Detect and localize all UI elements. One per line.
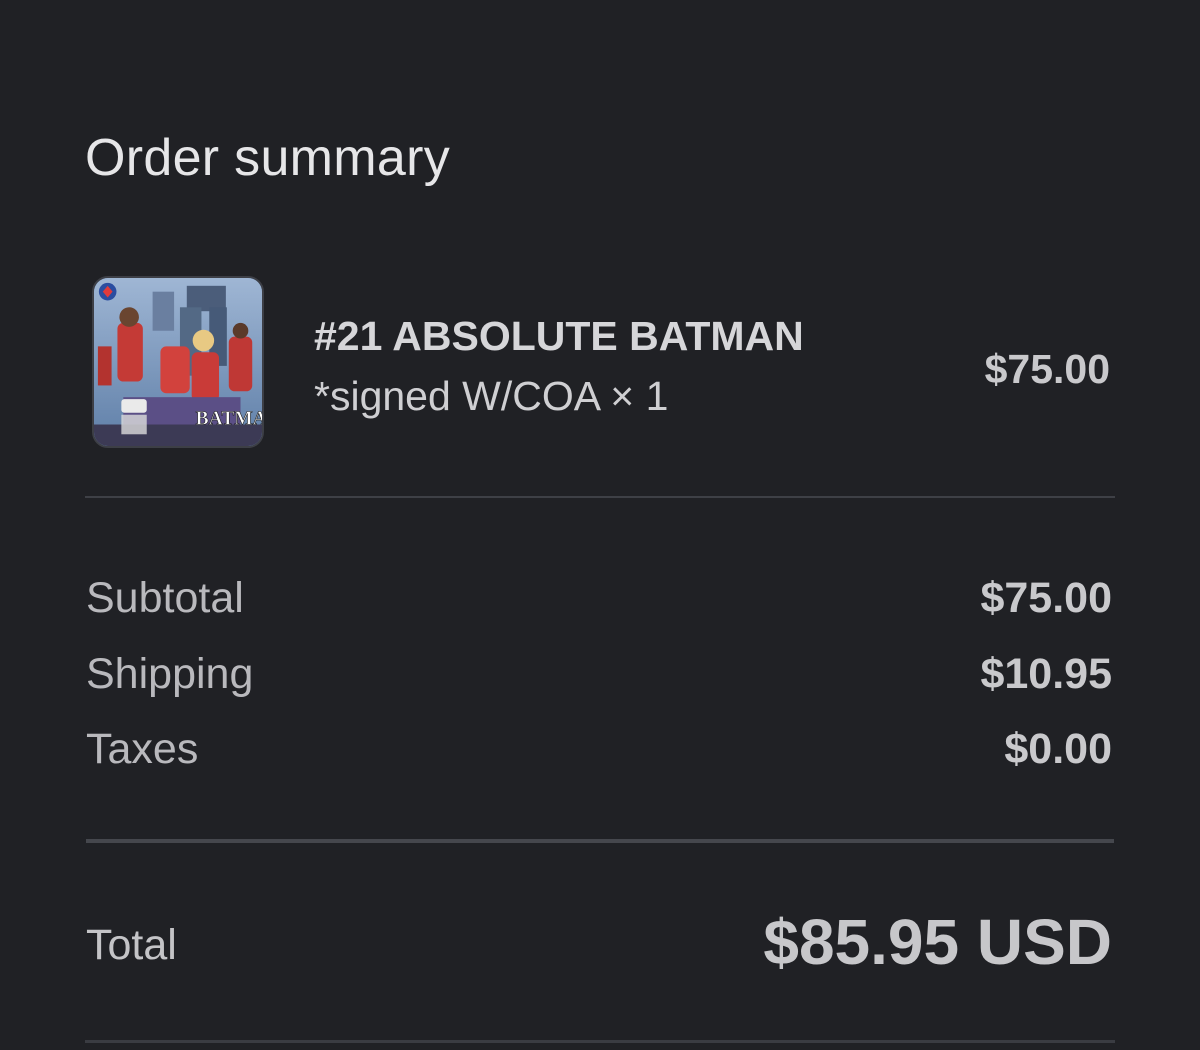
order-summary-title: Order summary: [85, 129, 451, 187]
total-label: Total: [86, 921, 177, 969]
total-row: Total $85.95 USD: [86, 905, 1112, 985]
order-summary-panel: Order summary BATM #21 ABSOLUTE BATMAN *…: [0, 0, 1200, 1050]
subtotal-row: Subtotal $75.00: [86, 574, 1112, 626]
line-item-title: #21 ABSOLUTE BATMAN: [314, 313, 804, 359]
shipping-value: $10.95: [980, 650, 1112, 698]
subtotal-value: $75.00: [980, 574, 1112, 622]
taxes-value: $0.00: [1004, 725, 1112, 773]
line-item-variant: *signed W/COA: [314, 373, 599, 419]
line-item-variant-line: *signed W/COA × 1: [314, 366, 874, 426]
taxes-row: Taxes $0.00: [86, 725, 1112, 777]
line-item: BATMAN #21 ABSOLUTE BATMAN *signed W/COA…: [92, 276, 1116, 450]
shipping-row: Shipping $10.95: [86, 650, 1112, 702]
total-value: $85.95 USD: [763, 906, 1112, 978]
line-item-quantity: × 1: [610, 373, 669, 419]
comic-cover-image: BATMAN: [94, 278, 262, 446]
divider: [85, 1040, 1115, 1043]
taxes-label: Taxes: [86, 725, 199, 773]
comic-cover-thumbnail: BATMAN: [92, 276, 264, 448]
divider: [86, 839, 1114, 843]
subtotal-label: Subtotal: [86, 574, 244, 622]
line-item-price: $75.00: [984, 346, 1110, 392]
shipping-label: Shipping: [86, 650, 254, 698]
divider: [85, 496, 1115, 498]
cover-title-text: BATMAN: [196, 409, 262, 430]
line-item-name: #21 ABSOLUTE BATMAN *signed W/COA × 1: [314, 306, 874, 426]
